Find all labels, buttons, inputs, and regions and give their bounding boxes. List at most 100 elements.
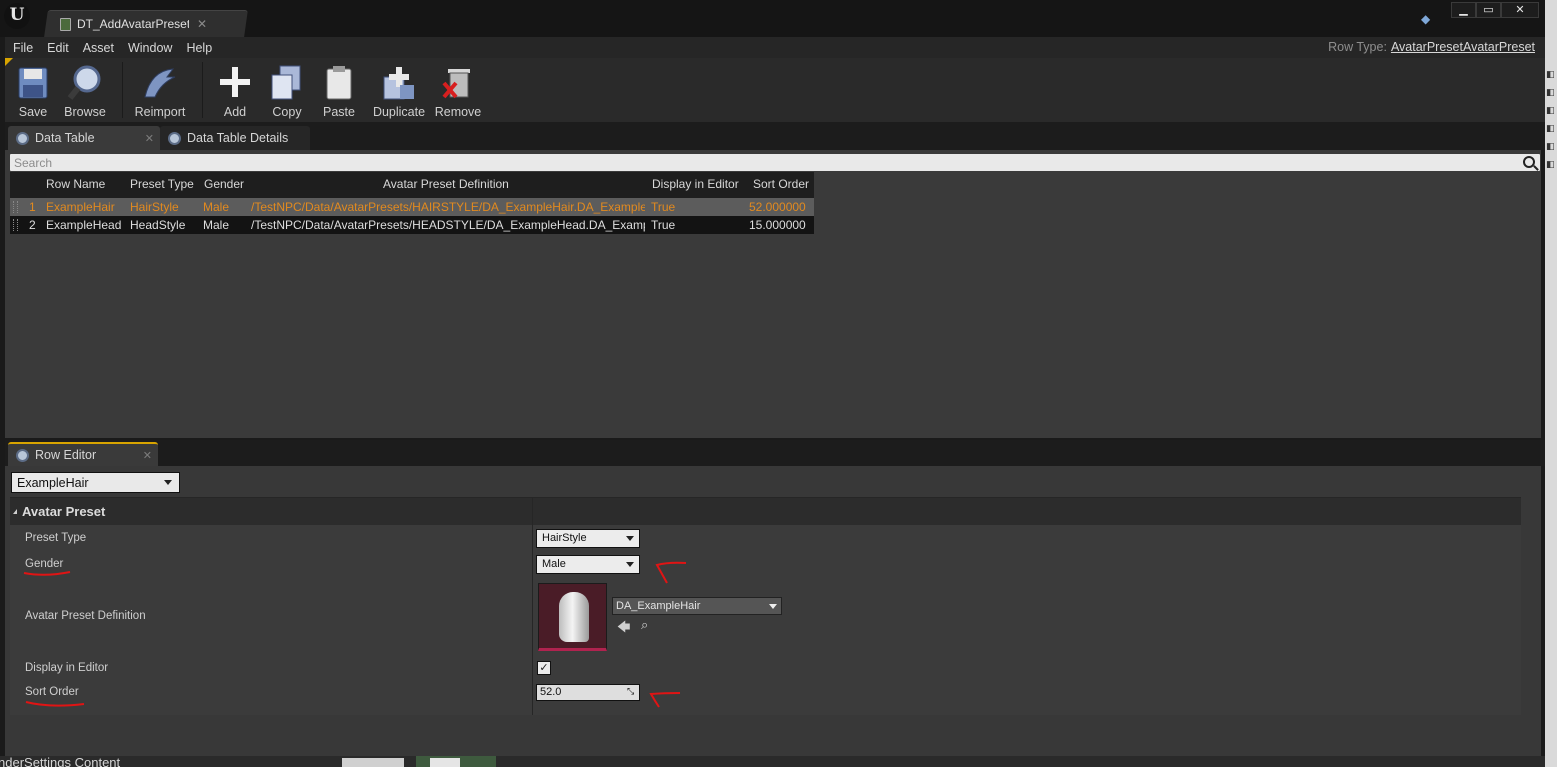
row-select-dropdown[interactable]: ExampleHair <box>11 472 180 493</box>
asset-picker-value: DA_ExampleHair <box>616 600 701 612</box>
sort-order-input[interactable]: 52.0 ⤡ <box>536 684 640 701</box>
tab-close-icon[interactable]: ✕ <box>143 449 152 462</box>
reimport-label: Reimport <box>134 105 186 119</box>
use-selected-arrow-icon[interactable]: 🡄 <box>617 618 630 640</box>
row-select-value: ExampleHair <box>17 475 89 490</box>
row-drag-handle-icon[interactable] <box>13 201 18 213</box>
add-row-button[interactable]: Add <box>217 58 253 122</box>
edge-glyph: ◧ <box>1546 160 1555 170</box>
header-avatar-preset-definition[interactable]: Avatar Preset Definition <box>383 177 509 191</box>
display-in-editor-checkbox[interactable]: ✓ <box>537 661 551 675</box>
tab-close-icon[interactable]: ✕ <box>145 132 154 145</box>
reimport-button[interactable]: Reimport <box>131 58 189 122</box>
header-preset-type[interactable]: Preset Type <box>130 177 194 191</box>
details-tab-icon <box>168 131 181 145</box>
browse-asset-magnifier-icon[interactable]: ⌕ <box>641 618 648 633</box>
row-type-link[interactable]: AvatarPresetAvatarPreset <box>1391 40 1535 54</box>
background-window-edge: ◧ ◧ ◧ ◧ ◧ ◧ <box>1545 0 1557 767</box>
search-icon[interactable] <box>1523 156 1535 168</box>
gender-value: Male <box>542 558 566 570</box>
background-window-strip: nderSettings Content <box>0 756 1545 767</box>
document-tab[interactable]: DT_AddAvatarPresetPiece ✕ <box>54 11 246 37</box>
row-drag-handle-icon[interactable] <box>13 219 18 231</box>
close-window-button[interactable]: ✕ <box>1501 2 1539 18</box>
floppy-disk-icon <box>14 63 52 103</box>
preset-type-dropdown[interactable]: HairStyle <box>536 529 640 548</box>
row-editor-tab-icon <box>16 448 29 462</box>
row-type-label: Row Type: <box>1328 40 1387 54</box>
remove-button[interactable]: Remove <box>433 58 483 122</box>
remove-label: Remove <box>434 105 482 119</box>
gender-dropdown[interactable]: Male <box>536 555 640 574</box>
gender-cell: Male <box>203 200 230 214</box>
asset-picker-dropdown[interactable]: DA_ExampleHair <box>612 597 782 615</box>
definition-cell: /TestNPC/Data/AvatarPresets/HEADSTYLE/DA… <box>251 218 645 232</box>
sort-order-cell: 52.000000 <box>749 200 806 214</box>
gender-cell: Male <box>203 218 230 232</box>
background-partial-text: nderSettings Content <box>0 756 121 767</box>
document-tab-close-icon[interactable]: ✕ <box>197 17 207 31</box>
header-sort-order[interactable]: Sort Order <box>753 177 809 191</box>
panel-tab-strip: Data Table ✕ Data Table Details <box>5 122 1545 150</box>
unreal-logo-icon[interactable]: U <box>4 3 30 29</box>
header-row-name[interactable]: Row Name <box>46 177 105 191</box>
tab-data-table-label: Data Table <box>35 131 95 145</box>
copy-button[interactable]: Copy <box>267 58 307 122</box>
browse-label: Browse <box>64 105 106 119</box>
tab-data-table[interactable]: Data Table ✕ <box>8 126 160 150</box>
search-input[interactable] <box>14 155 1504 170</box>
preset-type-label: Preset Type <box>25 532 87 544</box>
edge-glyph: ◧ <box>1546 70 1555 80</box>
display-in-editor-label: Display in Editor <box>25 662 109 674</box>
search-box <box>10 154 1540 171</box>
header-display-in-editor[interactable]: Display in Editor <box>652 177 739 191</box>
definition-cell: /TestNPC/Data/AvatarPresets/HAIRSTYLE/DA… <box>251 200 645 214</box>
row-index: 2 <box>29 218 36 232</box>
preset-type-cell: HairStyle <box>130 200 179 214</box>
display-cell: True <box>651 200 676 214</box>
tab-row-editor-label: Row Editor <box>35 448 97 462</box>
toolbar-separator <box>122 62 123 118</box>
chevron-down-icon <box>626 562 634 567</box>
table-row[interactable]: 2 ExampleHead HeadStyle Male /TestNPC/Da… <box>10 216 814 234</box>
resize-handle-icon[interactable]: ⤡ <box>627 687 636 696</box>
column-divider[interactable] <box>532 497 533 715</box>
save-button[interactable]: Save <box>11 58 55 122</box>
data-table-tab-icon <box>16 131 29 145</box>
menu-help[interactable]: Help <box>186 41 212 55</box>
menu-edit[interactable]: Edit <box>47 41 69 55</box>
table-row[interactable]: 1 ExampleHair HairStyle Male /TestNPC/Da… <box>10 198 814 216</box>
maximize-button[interactable]: ▭ <box>1476 2 1501 18</box>
clipboard-icon <box>320 63 358 103</box>
header-gender[interactable]: Gender <box>204 177 244 191</box>
asset-thumbnail[interactable] <box>538 583 607 651</box>
sort-order-value: 52.0 <box>540 686 562 698</box>
checkmark-icon: ✓ <box>539 661 549 674</box>
row-name-cell: ExampleHead <box>46 218 122 232</box>
menu-asset[interactable]: Asset <box>83 41 114 55</box>
reimport-arrow-icon <box>141 63 179 103</box>
document-tab-label: DT_AddAvatarPresetPiece <box>77 17 189 31</box>
menu-bar: File Edit Asset Window Help Row Type: Ava… <box>5 37 1545 58</box>
tab-row-editor[interactable]: Row Editor ✕ <box>8 442 158 466</box>
collapse-arrow-icon[interactable] <box>13 509 17 514</box>
edge-glyph: ◧ <box>1546 124 1555 134</box>
browse-button[interactable]: Browse <box>61 58 109 122</box>
sort-order-label: Sort Order <box>25 686 79 698</box>
minimize-button[interactable]: ▁ <box>1451 2 1476 18</box>
duplicate-label: Duplicate <box>372 105 426 119</box>
chevron-down-icon <box>626 536 634 541</box>
menu-window[interactable]: Window <box>128 41 172 55</box>
source-control-icon[interactable]: ◆ <box>1421 12 1437 26</box>
add-label: Add <box>223 105 247 119</box>
menu-file[interactable]: File <box>13 41 33 55</box>
paste-label: Paste <box>323 105 355 119</box>
tab-details-label: Data Table Details <box>187 131 289 145</box>
duplicate-button[interactable]: Duplicate <box>369 58 429 122</box>
paste-button[interactable]: Paste <box>319 58 359 122</box>
table-header-row: Row Name Preset Type Gender Avatar Prese… <box>10 172 814 198</box>
edge-glyph: ◧ <box>1546 142 1555 152</box>
tab-data-table-details[interactable]: Data Table Details <box>160 126 310 150</box>
category-header[interactable]: Avatar Preset <box>10 497 1521 525</box>
row-type-indicator: Row Type: AvatarPresetAvatarPreset <box>1328 40 1535 54</box>
